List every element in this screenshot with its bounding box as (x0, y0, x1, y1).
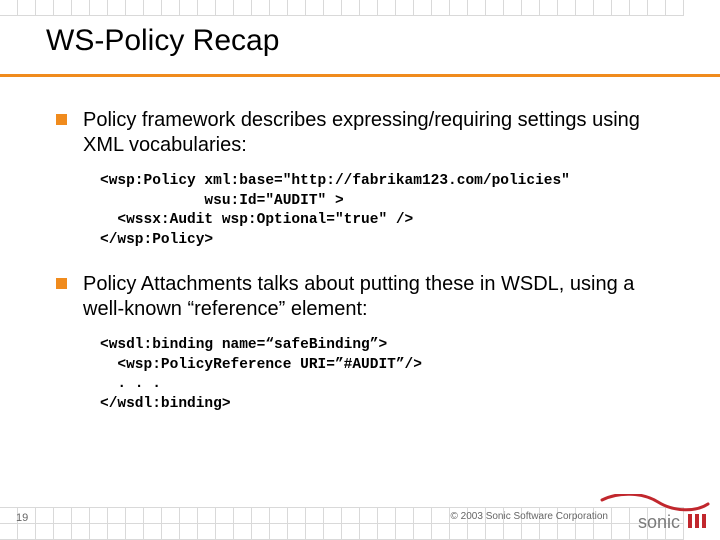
bullet-item: Policy Attachments talks about putting t… (56, 272, 676, 322)
title-underline (0, 74, 720, 77)
slide-body: Policy framework describes expressing/re… (56, 108, 676, 437)
page-number: 19 (16, 512, 28, 524)
brand-logo: sonic (600, 494, 710, 534)
slide-title: WS-Policy Recap (46, 24, 279, 58)
bullet-text: Policy framework describes expressing/re… (83, 108, 676, 158)
copyright-text: © 2003 Sonic Software Corporation (451, 511, 608, 522)
logo-text: sonic (638, 512, 680, 532)
square-bullet-icon (56, 278, 67, 289)
logo-swoosh-icon (602, 494, 708, 510)
bullet-item: Policy framework describes expressing/re… (56, 108, 676, 158)
code-block: <wsp:Policy xml:base="http://fabrikam123… (100, 172, 676, 250)
square-bullet-icon (56, 114, 67, 125)
code-block: <wsdl:binding name=“safeBinding”> <wsp:P… (100, 336, 676, 414)
bullet-text: Policy Attachments talks about putting t… (83, 272, 676, 322)
decorative-grid-top (0, 0, 684, 16)
